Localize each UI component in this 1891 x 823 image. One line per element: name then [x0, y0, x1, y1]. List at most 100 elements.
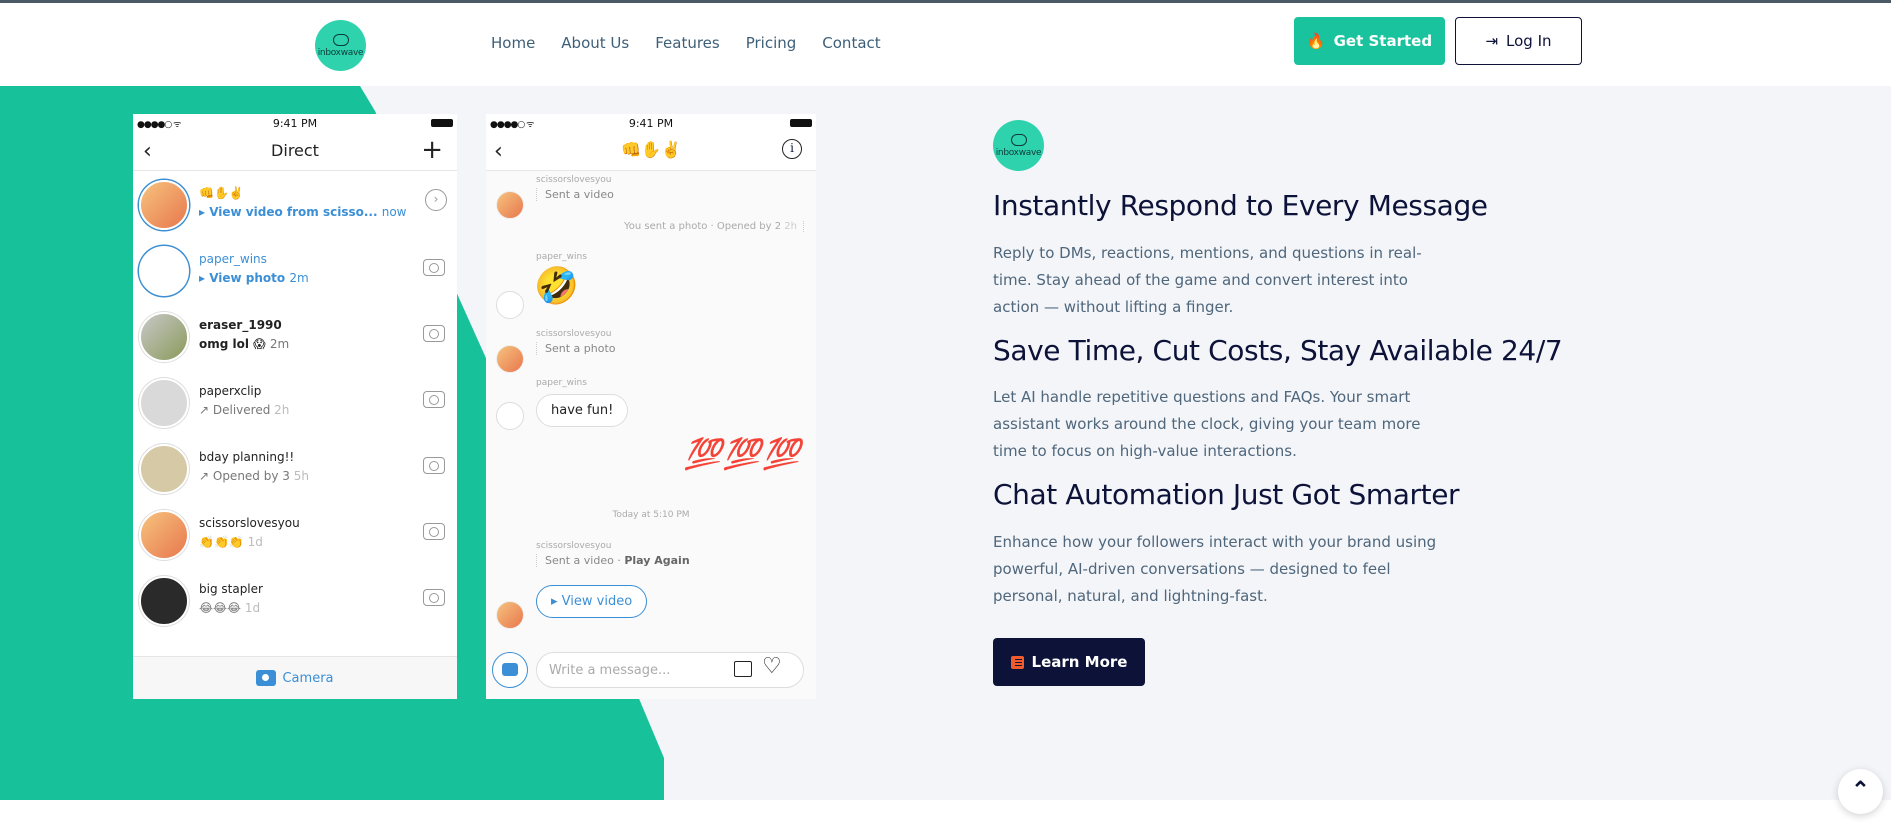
avatar — [139, 378, 189, 428]
message-thread: scissorslovesyou Sent a video You sent a… — [486, 171, 816, 641]
chevron-right-icon: › — [425, 189, 447, 211]
info-icon: i — [782, 139, 802, 159]
login-label: Log In — [1506, 32, 1552, 50]
message-composer: Write a message... ♡ — [486, 641, 816, 699]
message-bubble: have fun! — [536, 394, 629, 427]
image-icon — [734, 661, 752, 677]
list-item: scissorslovesyou 👏👏👏 1d — [133, 501, 457, 567]
list-item: 👊✋✌️ ▸ View video from scisso... now › — [133, 171, 457, 237]
list-icon — [1010, 655, 1024, 669]
timestamp: Today at 5:10 PM — [612, 510, 690, 520]
inbox-title: Direct — [271, 141, 319, 160]
sender-name: paper_wins — [536, 252, 587, 262]
avatar — [139, 246, 189, 296]
list-item-sub: ↗ Opened by 3 5h — [199, 469, 309, 483]
message-text: Sent a video · Play Again — [536, 554, 690, 567]
logo-text: inboxwave — [317, 47, 364, 58]
emoji-message: 🤣 — [534, 266, 579, 307]
list-item: big stapler 😂😂😂 1d — [133, 567, 457, 633]
sender-name: scissorslovesyou — [536, 541, 612, 551]
camera-icon — [423, 325, 445, 342]
login-icon: ⇥ — [1485, 32, 1499, 50]
list-item-sub: ↗ Delivered 2h — [199, 403, 290, 417]
chat-bubble-icon — [1010, 133, 1027, 146]
sender-name: scissorslovesyou — [536, 329, 612, 339]
scroll-to-top-button[interactable]: ⌃ — [1838, 769, 1883, 814]
avatar — [139, 576, 189, 626]
feature-heading: Save Time, Cut Costs, Stay Available 24/… — [993, 334, 1563, 367]
message-text: Sent a photo — [536, 342, 616, 355]
camera-icon — [492, 652, 528, 688]
view-video-bubble: ▸ View video — [536, 585, 648, 618]
camera-icon — [423, 523, 445, 540]
list-item-name: scissorslovesyou — [199, 516, 300, 530]
chat-header: ‹ 👊✋✌️ i — [486, 131, 816, 171]
camera-icon — [423, 259, 445, 276]
list-item-sub: ▸ View photo 2m — [199, 271, 309, 285]
list-item-name: paper_wins — [199, 252, 267, 266]
avatar — [496, 191, 524, 219]
learn-more-label: Learn More — [1031, 653, 1128, 671]
navbar: inboxwave Home About Us Features Pricing… — [0, 3, 1891, 86]
list-item: bday planning!! ↗ Opened by 3 5h — [133, 435, 457, 501]
inbox-header: ‹ Direct + — [133, 131, 457, 171]
status-bar: ●●●●○ ᯤ 9:41 PM — [486, 114, 816, 131]
nav-about-link[interactable]: About Us — [561, 34, 629, 52]
list-item-name: 👊✋✌️ — [199, 186, 244, 200]
battery-icon — [790, 119, 812, 127]
sender-name: paper_wins — [536, 378, 587, 388]
brand-logo: inboxwave — [993, 120, 1044, 171]
chat-title: 👊✋✌️ — [621, 140, 681, 159]
camera-icon — [256, 670, 277, 686]
list-item-name: big stapler — [199, 582, 263, 596]
main-menu: Home About Us Features Pricing Contact — [491, 34, 881, 52]
feature-heading: Instantly Respond to Every Message — [993, 189, 1488, 222]
get-started-label: Get Started — [1333, 32, 1433, 50]
battery-icon — [431, 119, 453, 127]
nav-contact-link[interactable]: Contact — [822, 34, 880, 52]
emoji-message: 💯💯💯 — [683, 437, 802, 472]
phone-chat-mockup: ●●●●○ ᯤ 9:41 PM ‹ 👊✋✌️ i scissorslovesyo… — [486, 114, 816, 699]
heart-icon: ♡ — [762, 654, 782, 679]
logo-text: inboxwave — [995, 147, 1042, 158]
status-time: 9:41 PM — [628, 117, 674, 130]
feature-text: Let AI handle repetitive questions and F… — [993, 388, 1421, 460]
camera-icon — [423, 457, 445, 474]
nav-features-link[interactable]: Features — [655, 34, 720, 52]
camera-icon — [423, 589, 445, 606]
list-item-name: eraser_1990 — [199, 318, 282, 332]
list-item: paperxclip ↗ Delivered 2h — [133, 369, 457, 435]
chat-bubble-icon — [332, 33, 349, 46]
chevron-up-icon: ⌃ — [1851, 777, 1870, 802]
message-text: Sent a video — [536, 188, 614, 201]
list-item-sub: omg lol 😱 2m — [199, 337, 290, 351]
learn-more-button[interactable]: Learn More — [993, 638, 1145, 686]
avatar — [139, 510, 189, 560]
flame-icon: 🔥 — [1306, 32, 1326, 50]
brand-logo[interactable]: inboxwave — [315, 20, 366, 71]
camera-tab: Camera — [133, 656, 457, 699]
feature-text: Enhance how your followers interact with… — [993, 533, 1437, 605]
plus-icon: + — [421, 135, 443, 165]
list-item: eraser_1990 omg lol 😱 2m — [133, 303, 457, 369]
list-item-name: bday planning!! — [199, 450, 295, 464]
nav-home-link[interactable]: Home — [491, 34, 535, 52]
get-started-button[interactable]: 🔥 Get Started — [1294, 17, 1445, 65]
avatar — [139, 444, 189, 494]
login-button[interactable]: ⇥ Log In — [1455, 17, 1582, 65]
status-bar: ●●●●○ ᯤ 9:41 PM — [133, 114, 457, 131]
list-item-sub: 👏👏👏 1d — [199, 535, 263, 549]
camera-label: Camera — [282, 670, 334, 686]
message-status: You sent a photo · Opened by 2 2h — [624, 221, 804, 232]
feature-heading: Chat Automation Just Got Smarter — [993, 478, 1460, 511]
status-time: 9:41 PM — [272, 117, 318, 130]
camera-icon — [423, 391, 445, 408]
avatar — [496, 601, 524, 629]
avatar — [496, 345, 524, 373]
list-item-name: paperxclip — [199, 384, 262, 398]
nav-pricing-link[interactable]: Pricing — [746, 34, 797, 52]
feature-text: Reply to DMs, reactions, mentions, and q… — [993, 244, 1422, 316]
phone-inbox-mockup: ●●●●○ ᯤ 9:41 PM ‹ Direct + 👊✋✌️ ▸ View v… — [133, 114, 457, 699]
avatar — [139, 180, 189, 230]
avatar — [496, 291, 524, 319]
